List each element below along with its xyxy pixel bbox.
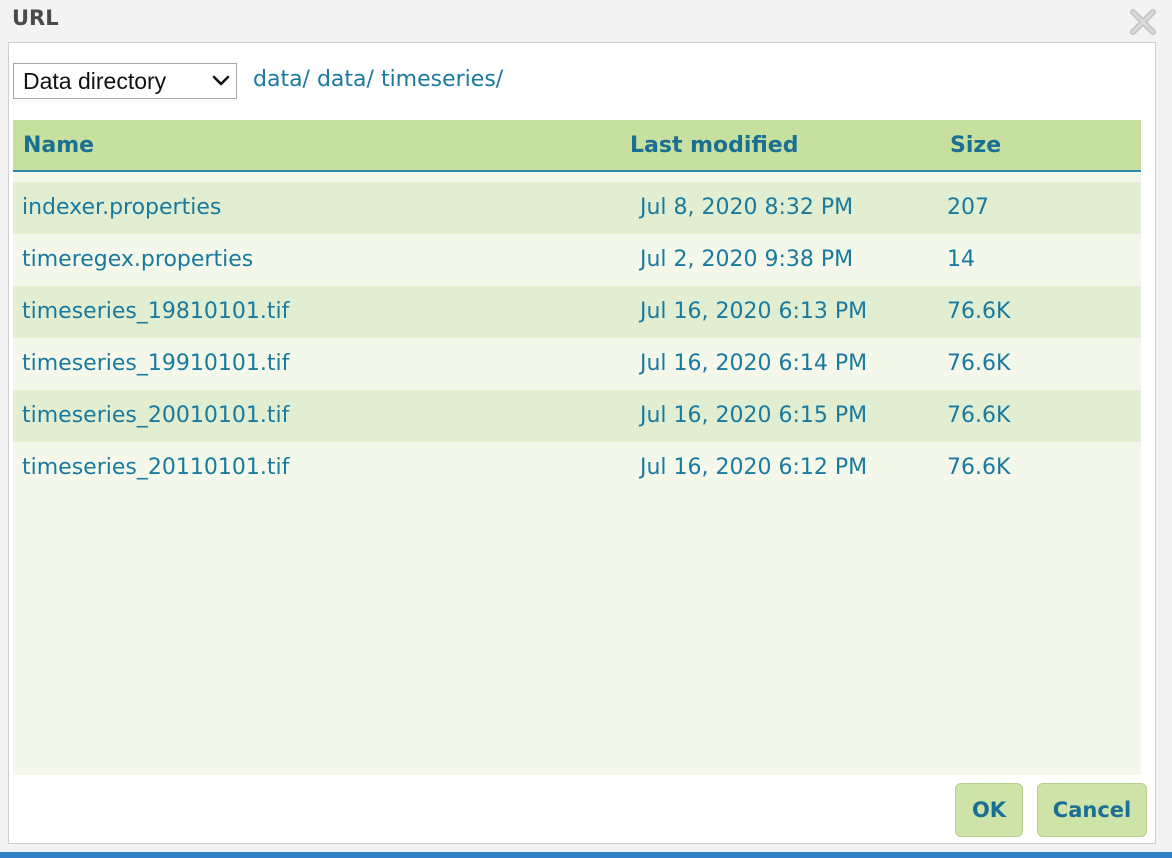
table-row[interactable]: timeseries_20110101.tif Jul 16, 2020 6:1…: [13, 442, 1141, 494]
file-name[interactable]: timeseries_20110101.tif: [22, 455, 289, 480]
file-size: 207: [947, 195, 989, 220]
breadcrumb-item[interactable]: timeseries/: [381, 67, 503, 92]
breadcrumb-item[interactable]: data/: [317, 67, 374, 92]
url-dialog: URL Data directory data/data/timeseries/…: [0, 0, 1172, 858]
column-header-last-modified[interactable]: Last modified: [630, 133, 798, 158]
table-header: Name Last modified Size: [13, 120, 1141, 172]
file-size: 76.6K: [947, 351, 1011, 376]
file-modified: Jul 16, 2020 6:15 PM: [640, 403, 868, 428]
breadcrumb-item[interactable]: data/: [253, 67, 310, 92]
file-name[interactable]: timeseries_19910101.tif: [22, 351, 289, 376]
source-select[interactable]: Data directory: [13, 63, 237, 99]
ok-button[interactable]: OK: [955, 783, 1023, 837]
file-modified: Jul 16, 2020 6:12 PM: [640, 455, 868, 480]
table-row[interactable]: timeseries_20010101.tif Jul 16, 2020 6:1…: [13, 390, 1141, 442]
file-name[interactable]: timeregex.properties: [22, 247, 253, 272]
file-size: 76.6K: [947, 299, 1011, 324]
file-size: 14: [947, 247, 975, 272]
breadcrumb: data/data/timeseries/: [253, 67, 510, 92]
window-bottom-border: [0, 852, 1172, 858]
cancel-button[interactable]: Cancel: [1037, 783, 1147, 837]
table-row[interactable]: timeregex.properties Jul 2, 2020 9:38 PM…: [13, 234, 1141, 286]
close-icon[interactable]: [1127, 6, 1159, 38]
file-table: Name Last modified Size indexer.properti…: [13, 120, 1141, 775]
file-modified: Jul 2, 2020 9:38 PM: [640, 247, 854, 272]
file-name[interactable]: indexer.properties: [22, 195, 221, 220]
table-row[interactable]: timeseries_19810101.tif Jul 16, 2020 6:1…: [13, 286, 1141, 338]
column-header-name[interactable]: Name: [23, 133, 94, 158]
file-size: 76.6K: [947, 455, 1011, 480]
dialog-title: URL: [12, 6, 59, 30]
dialog-body: Data directory data/data/timeseries/ Nam…: [8, 42, 1156, 844]
file-name[interactable]: timeseries_20010101.tif: [22, 403, 289, 428]
chevron-down-icon: [212, 75, 230, 86]
file-modified: Jul 16, 2020 6:14 PM: [640, 351, 868, 376]
dialog-titlebar[interactable]: URL: [0, 0, 1172, 42]
source-select-value: Data directory: [23, 68, 167, 94]
file-modified: Jul 8, 2020 8:32 PM: [640, 195, 854, 220]
table-row[interactable]: timeseries_19910101.tif Jul 16, 2020 6:1…: [13, 338, 1141, 390]
file-size: 76.6K: [947, 403, 1011, 428]
file-name[interactable]: timeseries_19810101.tif: [22, 299, 289, 324]
table-row[interactable]: indexer.properties Jul 8, 2020 8:32 PM 2…: [13, 182, 1141, 234]
column-header-size[interactable]: Size: [950, 133, 1001, 158]
file-modified: Jul 16, 2020 6:13 PM: [640, 299, 868, 324]
